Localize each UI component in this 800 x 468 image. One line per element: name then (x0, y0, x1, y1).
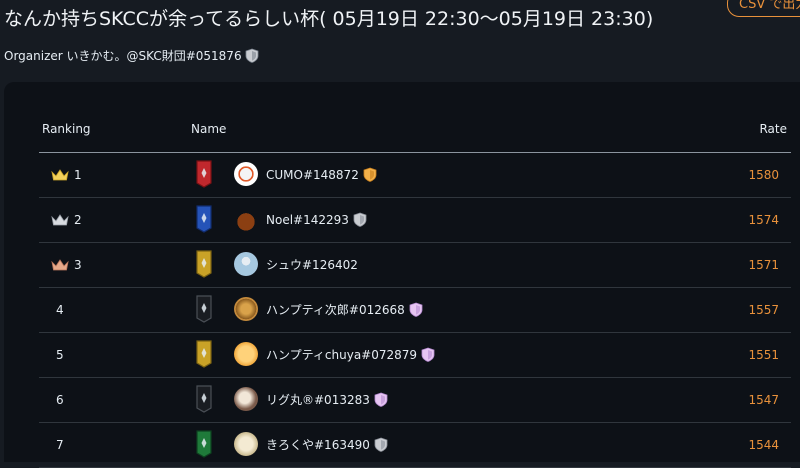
gold-rank-banner-icon (196, 340, 212, 368)
rank-number: 2 (74, 212, 82, 227)
avatar[interactable] (234, 387, 258, 411)
rank-cell: 7 (51, 422, 64, 467)
table-row[interactable]: 3 シュウ#126402 1571 (39, 242, 791, 288)
avatar[interactable] (234, 252, 258, 276)
blue-rank-banner-icon (196, 205, 212, 233)
player-name-cell: Noel#142293 (266, 197, 367, 242)
rank-number: 4 (56, 302, 64, 317)
player-name[interactable]: Noel#142293 (266, 213, 349, 227)
gold-rank-banner-icon (196, 250, 212, 278)
player-name[interactable]: ハンプティchuya#072879 (266, 346, 417, 363)
rate-value: 1574 (748, 212, 779, 227)
ranking-panel: Ranking Name Rate 1 CUMO#148872 1580 2 Noel#… (4, 82, 800, 468)
rank-cell: 2 (51, 197, 82, 242)
player-name[interactable]: リグ丸®#013283 (266, 391, 370, 408)
pink-shield-icon (421, 347, 435, 362)
avatar[interactable] (234, 432, 258, 456)
table-row[interactable]: 1 CUMO#148872 1580 (39, 152, 791, 198)
rate-value: 1571 (748, 257, 779, 272)
rank-number: 6 (56, 392, 64, 407)
silver-crown-icon (51, 213, 69, 226)
csv-export-button[interactable]: CSV で出力 (727, 0, 800, 17)
silver-shield-icon (353, 212, 367, 227)
rank-number: 3 (74, 257, 82, 272)
column-ranking: Ranking (42, 122, 91, 136)
pink-shield-icon (409, 302, 423, 317)
rank-cell: 1 (51, 152, 82, 197)
avatar[interactable] (234, 297, 258, 321)
page-title: なんか持ちSKCCが余ってるらしい杯( 05月19日 22:30〜05月19日 … (4, 8, 654, 30)
player-name-cell: CUMO#148872 (266, 152, 377, 197)
table-row[interactable]: 7 きろくや#163490 1544 (39, 422, 791, 468)
rank-cell: 4 (51, 287, 64, 332)
table-row[interactable]: 6 リグ丸®#013283 1547 (39, 377, 791, 423)
player-name[interactable]: ハンプティ次郎#012668 (266, 301, 405, 318)
rate-value: 1551 (748, 347, 779, 362)
bronze-crown-icon (51, 258, 69, 271)
table-row[interactable]: 5 ハンプティchuya#072879 1551 (39, 332, 791, 378)
rate-value: 1547 (748, 392, 779, 407)
column-name: Name (191, 122, 227, 136)
player-name[interactable]: きろくや#163490 (266, 436, 370, 453)
avatar[interactable] (234, 342, 258, 366)
table-row[interactable]: 2 Noel#142293 1574 (39, 197, 791, 243)
rate-value: 1557 (748, 302, 779, 317)
player-name-cell: リグ丸®#013283 (266, 377, 388, 422)
green-rank-banner-icon (196, 430, 212, 458)
red-rank-banner-icon (196, 160, 212, 188)
rank-number: 1 (74, 167, 82, 182)
gold-crown-icon (51, 168, 69, 181)
avatar[interactable] (234, 207, 258, 231)
table-row[interactable]: 4 ハンプティ次郎#012668 1557 (39, 287, 791, 333)
silver-shield-icon (374, 437, 388, 452)
organizer-line: Organizer いきかむ。@SKC財団#051876 (4, 47, 259, 64)
rank-number: 5 (56, 347, 64, 362)
rate-value: 1544 (748, 437, 779, 452)
player-name-cell: ハンプティ次郎#012668 (266, 287, 423, 332)
player-name-cell: ハンプティchuya#072879 (266, 332, 435, 377)
player-name[interactable]: シュウ#126402 (266, 256, 358, 273)
gold-shield-icon (363, 167, 377, 182)
black-rank-banner-icon (196, 385, 212, 413)
player-name-cell: シュウ#126402 (266, 242, 358, 287)
rank-cell: 3 (51, 242, 82, 287)
organizer-text: Organizer いきかむ。@SKC財団#051876 (4, 49, 242, 63)
rank-cell: 5 (51, 332, 64, 377)
silver-shield-icon (245, 48, 258, 63)
pink-shield-icon (374, 392, 388, 407)
avatar[interactable] (234, 162, 258, 186)
player-name-cell: きろくや#163490 (266, 422, 388, 467)
rank-number: 7 (56, 437, 64, 452)
rank-cell: 6 (51, 377, 64, 422)
rate-value: 1580 (748, 167, 779, 182)
column-rate: Rate (759, 122, 787, 136)
black-rank-banner-icon (196, 295, 212, 323)
player-name[interactable]: CUMO#148872 (266, 168, 359, 182)
table-header: Ranking Name Rate (39, 112, 791, 153)
